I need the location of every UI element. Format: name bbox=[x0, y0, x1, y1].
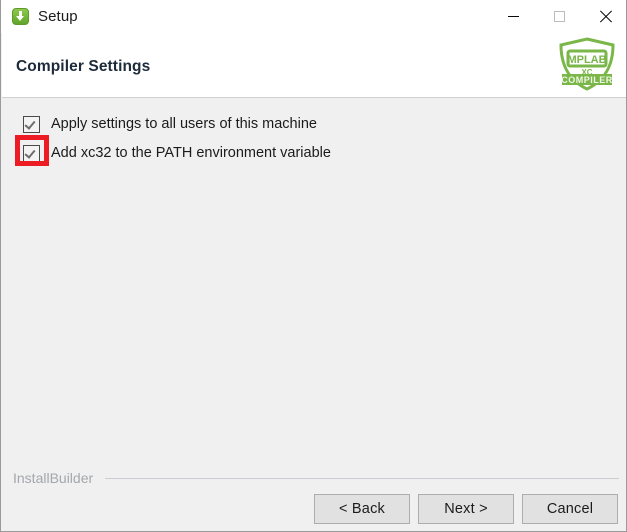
svg-text:COMPILER: COMPILER bbox=[561, 75, 613, 85]
page-title: Compiler Settings bbox=[16, 58, 151, 75]
checkmark-icon bbox=[24, 117, 36, 130]
maximize-button[interactable] bbox=[536, 0, 582, 33]
setup-wizard-window: Setup Compiler Settings MPLAB XC COMPILE… bbox=[0, 0, 627, 532]
title-bar: Setup bbox=[1, 0, 626, 33]
option-add-xc32-to-path[interactable]: Add xc32 to the PATH environment variabl… bbox=[23, 141, 331, 165]
cancel-button[interactable]: Cancel bbox=[522, 494, 618, 524]
close-button[interactable] bbox=[582, 0, 626, 33]
wizard-button-row: < Back Next > Cancel bbox=[314, 494, 618, 524]
maximize-icon bbox=[553, 11, 565, 22]
mplab-xc-compiler-logo: MPLAB XC COMPILER bbox=[556, 36, 618, 92]
svg-text:MPLAB: MPLAB bbox=[567, 54, 606, 66]
close-icon bbox=[599, 10, 612, 23]
next-button[interactable]: Next > bbox=[418, 494, 514, 524]
builder-branding-row: InstallBuilder bbox=[2, 465, 626, 491]
window-title: Setup bbox=[38, 8, 78, 25]
checkbox-apply-settings-all-users[interactable] bbox=[23, 115, 40, 133]
installer-download-icon bbox=[12, 8, 29, 25]
back-button[interactable]: < Back bbox=[314, 494, 410, 524]
option-apply-settings-all-users[interactable]: Apply settings to all users of this mach… bbox=[23, 112, 317, 136]
page-header: Compiler Settings MPLAB XC COMPILER bbox=[2, 33, 626, 98]
footer: InstallBuilder < Back Next > Cancel bbox=[2, 465, 626, 531]
window-controls bbox=[490, 0, 626, 33]
checkmark-icon bbox=[24, 146, 36, 159]
minimize-button[interactable] bbox=[490, 0, 536, 33]
checkbox-add-xc32-to-path[interactable] bbox=[23, 144, 40, 162]
settings-body: Apply settings to all users of this mach… bbox=[2, 99, 626, 465]
installbuilder-label: InstallBuilder bbox=[13, 470, 94, 486]
option-label-apply-settings-all-users: Apply settings to all users of this mach… bbox=[51, 116, 317, 132]
option-label-add-xc32-to-path: Add xc32 to the PATH environment variabl… bbox=[51, 145, 331, 161]
minimize-icon bbox=[507, 16, 519, 17]
footer-divider bbox=[105, 477, 619, 479]
